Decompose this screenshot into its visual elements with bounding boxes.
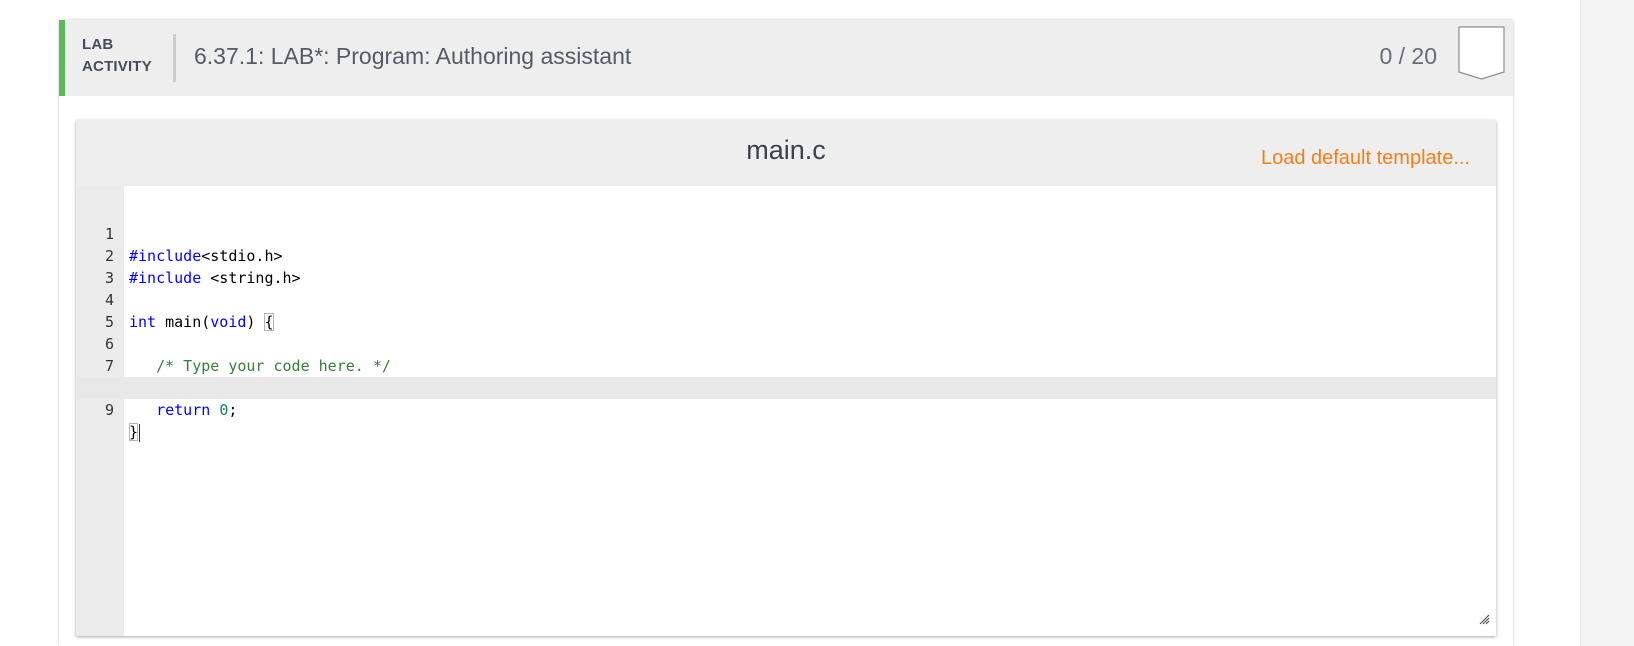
code-line[interactable]: 2 #include <string.h> [76,223,1496,287]
code-line[interactable]: 4 int main(void) { [76,267,1496,331]
editor-toolbar: main.c Load default template... [76,120,1496,186]
lab-activity: LAB ACTIVITY 6.37.1: LAB*: Program: Auth… [59,20,1513,646]
code-editor: main.c Load default template... 1 #inclu… [76,120,1496,636]
activity-type-line2: ACTIVITY [82,58,152,75]
code-lines[interactable]: 1 #include<stdio.h> 2 #include <string.h… [76,201,1496,442]
code-line[interactable]: 8 return 0; [76,355,1496,419]
text-caret [139,423,141,442]
code-line[interactable]: 3 [76,245,1496,287]
code-area[interactable]: 1 #include<stdio.h> 2 #include <string.h… [76,186,1496,636]
matching-bracket: } [129,423,139,441]
activity-type-label: LAB ACTIVITY [82,34,152,78]
activity-header: LAB ACTIVITY 6.37.1: LAB*: Program: Auth… [59,20,1513,96]
activity-type-line1: LAB [82,36,114,53]
code-line[interactable]: 1 #include<stdio.h> [76,201,1496,265]
activity-title: 6.37.1: LAB*: Program: Authoring assista… [194,43,632,69]
header-divider [173,34,176,82]
code-token: 0 [219,401,229,419]
right-gutter [1580,0,1634,646]
code-line-active[interactable]: 9 } [76,377,1496,442]
load-default-template-link[interactable]: Load default template... [1261,147,1470,170]
code-line[interactable]: 7 [76,333,1496,375]
code-line[interactable]: 5 [76,289,1496,331]
code-line[interactable]: 6 /* Type your code here. */ [76,311,1496,375]
score-text: 0 / 20 [1379,43,1437,69]
code-token: ; [228,401,238,419]
code-text[interactable]: } [129,421,141,443]
score-badge-icon [1458,26,1506,85]
resize-handle-icon[interactable] [1478,612,1490,630]
line-number: 9 [104,401,114,419]
